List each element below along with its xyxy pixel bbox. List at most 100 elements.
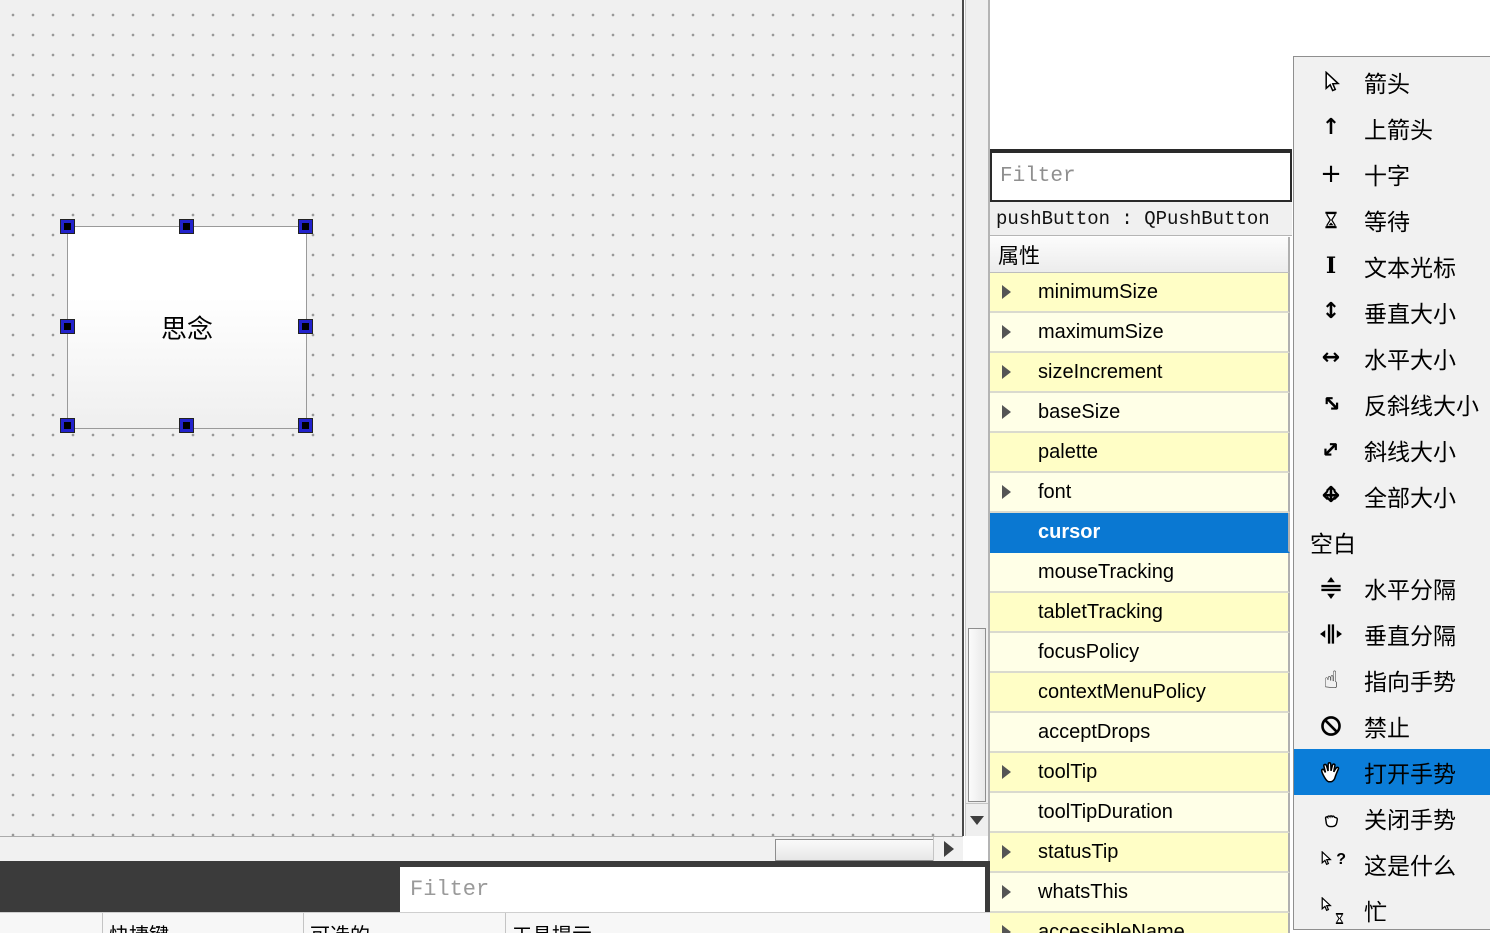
- property-name-label: mouseTracking: [1038, 560, 1174, 583]
- wait-cursor-icon: [1318, 210, 1344, 230]
- property-row-mouseTracking[interactable]: mouseTracking: [990, 553, 1290, 593]
- property-name-label: focusPolicy: [1038, 640, 1140, 663]
- selection-handle-w[interactable]: [60, 318, 75, 334]
- canvas-horizontal-scrollbar[interactable]: [0, 836, 963, 862]
- size-backslash-cursor-icon: ↔: [1315, 388, 1347, 420]
- cursor-menu-item-label: 关闭手势: [1364, 807, 1456, 833]
- table-header-tooltip[interactable]: 工具提示: [505, 913, 990, 933]
- expand-arrow-icon[interactable]: [1002, 365, 1011, 379]
- property-row-font[interactable]: font: [990, 473, 1290, 513]
- cursor-menu-item-forbidden[interactable]: 禁止: [1294, 703, 1490, 749]
- action-table-header: 快捷键 可选的 工具提示: [0, 912, 990, 933]
- property-name-label: palette: [1038, 440, 1099, 463]
- cursor-menu-item-label: 垂直大小: [1364, 301, 1456, 327]
- property-row-palette[interactable]: palette: [990, 433, 1290, 473]
- cursor-menu-item-open-hand[interactable]: 打开手势: [1294, 749, 1490, 795]
- property-row-toolTip[interactable]: toolTip: [990, 753, 1290, 793]
- cursor-menu-item-size-all[interactable]: ↔ ↕ 全部大小: [1294, 473, 1490, 519]
- split-vertical-cursor-icon: [1318, 623, 1344, 645]
- action-filter-input[interactable]: [400, 867, 985, 912]
- cross-cursor-icon: +: [1320, 159, 1342, 189]
- cursor-menu-item-label: 打开手势: [1364, 761, 1456, 787]
- table-header-checkable[interactable]: 可选的: [303, 913, 505, 933]
- cursor-menu-item-busy[interactable]: 忙: [1294, 887, 1490, 929]
- cursor-menu-item-up-arrow[interactable]: ↑ 上箭头: [1294, 105, 1490, 151]
- horizontal-scrollbar-thumb[interactable]: [775, 839, 934, 861]
- scroll-down-button[interactable]: [966, 803, 988, 837]
- property-row-toolTipDuration[interactable]: toolTipDuration: [990, 793, 1290, 833]
- cursor-menu-item-label: 全部大小: [1364, 485, 1456, 511]
- cursor-menu-item-label: 等待: [1364, 209, 1410, 235]
- designed-push-button[interactable]: 思念: [67, 226, 307, 429]
- cursor-menu-item-size-vertical[interactable]: ↕ 垂直大小: [1294, 289, 1490, 335]
- property-row-cursor[interactable]: cursor: [990, 513, 1290, 553]
- cursor-menu-item-whats-this[interactable]: ? 这是什么: [1294, 841, 1490, 887]
- selection-handle-e[interactable]: [298, 318, 313, 334]
- selection-handle-nw[interactable]: [60, 219, 75, 234]
- property-row-focusPolicy[interactable]: focusPolicy: [990, 633, 1290, 673]
- property-name-label: tabletTracking: [1038, 600, 1163, 623]
- cursor-dropdown-menu: 箭头 ↑ 上箭头 + 十字 等待 I 文本光标 ↕ 垂直大小 ↔ 水平大小 ↔ 反斜线大小 ↔ 斜线大小 ↔ ↕ 全…: [1293, 56, 1490, 930]
- table-header-shortcut[interactable]: 快捷键: [102, 913, 303, 933]
- cursor-menu-item-blank[interactable]: 空白: [1294, 519, 1490, 565]
- property-name-label: cursor: [1038, 520, 1101, 543]
- cursor-menu-item-split-horizontal[interactable]: 水平分隔: [1294, 565, 1490, 611]
- expand-arrow-icon[interactable]: [1002, 845, 1011, 859]
- size-horizontal-cursor-icon: ↔: [1321, 345, 1341, 370]
- cursor-menu-item-size-slash[interactable]: ↔ 斜线大小: [1294, 427, 1490, 473]
- size-slash-cursor-icon: ↔: [1315, 434, 1347, 466]
- cursor-menu-item-wait[interactable]: 等待: [1294, 197, 1490, 243]
- property-row-acceptDrops[interactable]: acceptDrops: [990, 713, 1290, 753]
- property-name-label: sizeIncrement: [1038, 360, 1163, 383]
- selection-handle-ne[interactable]: [298, 219, 313, 234]
- cursor-menu-item-closed-hand[interactable]: 关闭手势: [1294, 795, 1490, 841]
- cursor-menu-item-label: 水平分隔: [1364, 577, 1456, 603]
- expand-arrow-icon[interactable]: [1002, 765, 1011, 779]
- property-row-contextMenuPolicy[interactable]: contextMenuPolicy: [990, 673, 1290, 713]
- property-name-label: baseSize: [1038, 400, 1121, 423]
- property-name-label: statusTip: [1038, 840, 1119, 863]
- cursor-menu-item-size-backslash[interactable]: ↔ 反斜线大小: [1294, 381, 1490, 427]
- canvas-vertical-scrollbar[interactable]: [965, 0, 988, 836]
- cursor-menu-item-split-vertical[interactable]: 垂直分隔: [1294, 611, 1490, 657]
- expand-arrow-icon[interactable]: [1002, 925, 1011, 933]
- cursor-menu-item-ibeam[interactable]: I 文本光标: [1294, 243, 1490, 289]
- busy-cursor-icon: [1318, 897, 1344, 924]
- cursor-menu-item-arrow[interactable]: 箭头: [1294, 59, 1490, 105]
- property-row-statusTip[interactable]: statusTip: [990, 833, 1290, 873]
- expand-arrow-icon[interactable]: [1002, 325, 1011, 339]
- expand-arrow-icon[interactable]: [1002, 405, 1011, 419]
- property-row-baseSize[interactable]: baseSize: [990, 393, 1290, 433]
- property-list: minimumSize maximumSize sizeIncrement baseS…: [990, 273, 1290, 933]
- qt-designer-window: 思念 快捷键 可选的 工具提示 pushButton : QPushButton…: [0, 0, 1490, 933]
- property-filter-input[interactable]: [990, 149, 1292, 202]
- cursor-menu-item-pointing-hand[interactable]: ☝ 指向手势: [1294, 657, 1490, 703]
- expand-arrow-icon[interactable]: [1002, 285, 1011, 299]
- property-row-maximumSize[interactable]: maximumSize: [990, 313, 1290, 353]
- property-row-minimumSize[interactable]: minimumSize: [990, 273, 1290, 313]
- cursor-menu-item-label: 斜线大小: [1364, 439, 1456, 465]
- form-editor-canvas[interactable]: 思念: [0, 0, 963, 836]
- property-section-header[interactable]: 属性: [990, 237, 1290, 273]
- size-all-cursor-icon: ↔ ↕: [1321, 483, 1341, 508]
- vertical-scrollbar-thumb[interactable]: [968, 628, 986, 802]
- selection-handle-sw[interactable]: [60, 418, 75, 433]
- selection-handle-n[interactable]: [179, 219, 194, 234]
- ibeam-cursor-icon: I: [1325, 253, 1337, 279]
- cursor-menu-item-size-horizontal[interactable]: ↔ 水平大小: [1294, 335, 1490, 381]
- table-header-empty[interactable]: [0, 913, 102, 933]
- property-row-accessibleName[interactable]: accessibleName: [990, 913, 1290, 933]
- property-name-label: accessibleName: [1038, 920, 1185, 933]
- cursor-menu-item-label: 文本光标: [1364, 255, 1456, 281]
- expand-arrow-icon[interactable]: [1002, 485, 1011, 499]
- cursor-menu-item-cross[interactable]: + 十字: [1294, 151, 1490, 197]
- scroll-right-button[interactable]: [933, 837, 964, 861]
- property-name-label: minimumSize: [1038, 280, 1159, 303]
- selection-handle-s[interactable]: [179, 418, 194, 433]
- property-row-tabletTracking[interactable]: tabletTracking: [990, 593, 1290, 633]
- cursor-menu-item-label: 反斜线大小: [1364, 393, 1479, 419]
- property-row-sizeIncrement[interactable]: sizeIncrement: [990, 353, 1290, 393]
- expand-arrow-icon[interactable]: [1002, 885, 1011, 899]
- selection-handle-se[interactable]: [298, 418, 313, 433]
- property-row-whatsThis[interactable]: whatsThis: [990, 873, 1290, 913]
